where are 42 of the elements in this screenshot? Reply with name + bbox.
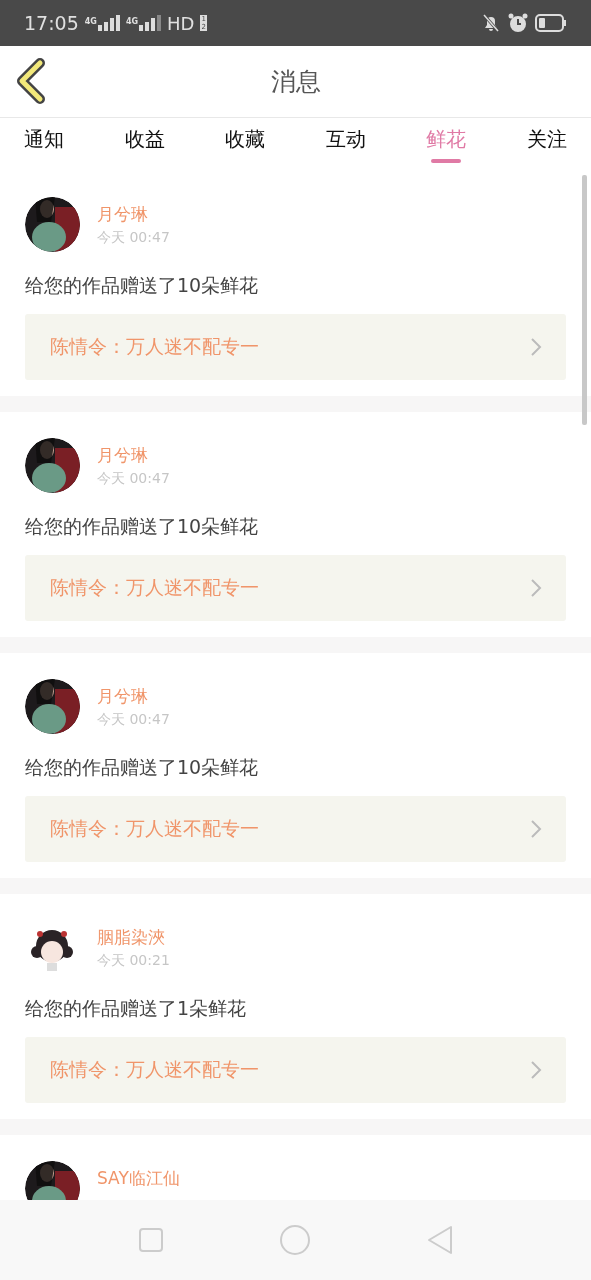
hd-label: HD <box>167 12 195 34</box>
message-text: 给您的作品赠送了10朵鲜花 <box>25 273 260 298</box>
tab[interactable]: 通知 <box>24 118 64 166</box>
work-link[interactable]: 陈情令：万人迷不配专一 <box>25 314 566 380</box>
network-type: 4G <box>125 17 139 26</box>
clock-time: 17:05 <box>24 12 79 34</box>
work-link[interactable]: 陈情令：万人迷不配专一 <box>25 1037 566 1103</box>
message-time: 今天 00:47 <box>97 229 170 247</box>
scrollbar[interactable] <box>582 175 587 425</box>
tab[interactable]: 鲜花 <box>426 118 467 166</box>
message-time: 今天 00:21 <box>97 952 170 970</box>
user-name[interactable]: 月兮琳 <box>97 685 170 708</box>
page-title: 消息 <box>270 66 321 98</box>
back-button[interactable] <box>14 58 48 104</box>
user-name[interactable]: 月兮琳 <box>97 203 170 226</box>
chevron-right-icon <box>530 337 542 357</box>
chevron-right-icon <box>530 1060 542 1080</box>
chevron-right-icon <box>530 819 542 839</box>
signal-icon <box>139 15 162 31</box>
tab[interactable]: 收益 <box>124 118 165 166</box>
user-name[interactable]: 胭脂染浹 <box>97 926 170 949</box>
recent-apps-button[interactable] <box>137 1227 164 1253</box>
home-button[interactable] <box>278 1224 311 1256</box>
message-time: 今天 00:47 <box>97 711 170 729</box>
tab[interactable]: 收藏 <box>225 118 266 166</box>
message-text: 给您的作品赠送了10朵鲜花 <box>25 514 260 539</box>
signal-icon <box>97 15 120 31</box>
work-link[interactable]: 陈情令：万人迷不配专一 <box>25 796 566 862</box>
message-time: 今天 00:47 <box>97 470 170 488</box>
muted-bell-icon <box>481 13 501 33</box>
chevron-right-icon <box>530 578 542 598</box>
tab[interactable]: 关注 <box>526 118 567 166</box>
message-text: 给您的作品赠送了10朵鲜花 <box>25 755 260 780</box>
work-link[interactable]: 陈情令：万人迷不配专一 <box>25 555 566 621</box>
network-type: 4G <box>84 17 97 26</box>
back-nav-button[interactable] <box>425 1225 454 1255</box>
alarm-icon <box>507 12 529 34</box>
message-text: 给您的作品赠送了1朵鲜花 <box>25 996 248 1021</box>
tab[interactable]: 互动 <box>325 118 366 166</box>
battery-icon <box>535 14 567 32</box>
user-name[interactable]: SAY临江仙 <box>97 1167 180 1190</box>
user-name[interactable]: 月兮琳 <box>97 444 170 467</box>
